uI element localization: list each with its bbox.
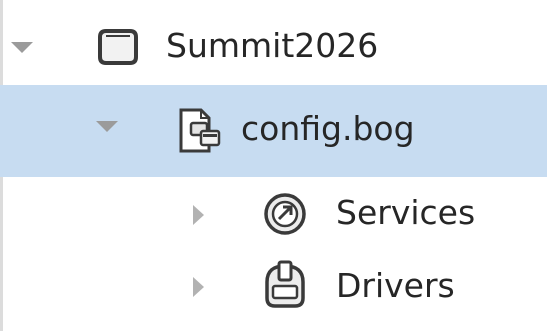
services-icon bbox=[261, 191, 309, 241]
tree-node-summit2026[interactable]: Summit2026 bbox=[0, 15, 547, 77]
tree-node-drivers[interactable]: Drivers bbox=[0, 250, 547, 320]
drivers-icon bbox=[261, 260, 309, 314]
tree-node-label: Drivers bbox=[336, 266, 455, 305]
collapsed-arrow-icon[interactable] bbox=[193, 277, 204, 297]
collapsed-arrow-icon[interactable] bbox=[193, 205, 204, 225]
nav-tree: Summit2026 config.bog Services Drivers bbox=[0, 0, 547, 331]
tree-node-label: config.bog bbox=[241, 109, 415, 148]
expanded-arrow-icon[interactable] bbox=[11, 42, 33, 53]
tree-node-services[interactable]: Services bbox=[0, 184, 547, 244]
bog-file-icon bbox=[177, 107, 231, 159]
station-icon bbox=[94, 25, 142, 73]
tree-node-label: Services bbox=[336, 193, 476, 232]
tree-node-label: Summit2026 bbox=[166, 26, 379, 65]
tree-node-config-bog[interactable]: config.bog bbox=[0, 85, 547, 177]
expanded-arrow-icon[interactable] bbox=[96, 121, 118, 132]
